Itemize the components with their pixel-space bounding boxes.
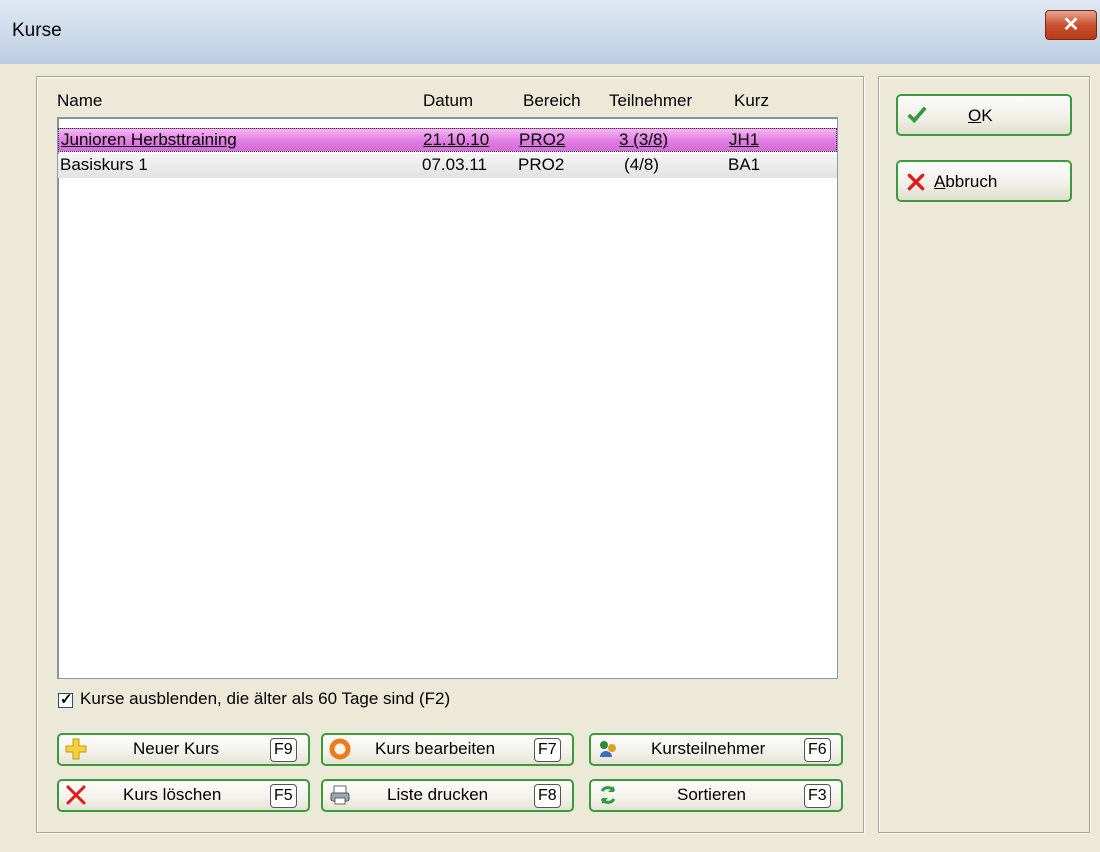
course-list[interactable]: [57, 117, 838, 679]
column-header-kurz: Kurz: [734, 91, 769, 110]
participants-button[interactable]: Kursteilnehmer F6: [589, 733, 843, 766]
print-list-button[interactable]: Liste drucken F8: [321, 779, 574, 812]
column-header-datum: Datum: [423, 91, 474, 110]
cancel-button[interactable]: Abbruch: [896, 160, 1072, 202]
cell-teilnehmer: 3 (3/8): [619, 130, 669, 149]
check-icon: [907, 106, 927, 124]
cell-name: Junioren Herbsttraining: [61, 130, 237, 149]
new-course-key: F9: [270, 738, 297, 762]
people-icon: [600, 741, 616, 757]
course-row-selected[interactable]: Junioren Herbsttraining 21.10.10 PRO2 3 …: [58, 128, 837, 152]
column-header-name: Name: [57, 91, 103, 110]
sort-key: F3: [804, 784, 831, 808]
column-header-teilnehmer: Teilnehmer: [609, 91, 693, 110]
column-header-bereich: Bereich: [523, 91, 581, 110]
hide-old-courses-label: Kurse ausblenden, die älter als 60 Tage …: [80, 689, 451, 708]
sort-button[interactable]: Sortieren F3: [589, 779, 843, 812]
cell-bereich: PRO2: [518, 155, 565, 174]
title-bar: Kurse ✕: [0, 0, 1100, 65]
close-icon: ✕: [1062, 14, 1080, 36]
new-course-button[interactable]: Neuer Kurs F9: [57, 733, 310, 766]
hide-old-courses-checkbox[interactable]: ✓: [58, 691, 73, 708]
participants-label: Kursteilnehmer: [651, 739, 766, 758]
cancel-icon: [907, 173, 925, 191]
delete-course-button[interactable]: Kurs löschen F5: [57, 779, 310, 812]
close-button[interactable]: ✕: [1045, 10, 1097, 40]
course-row[interactable]: Basiskurs 1 07.03.11 PRO2 (4/8) BA1: [58, 154, 837, 178]
new-course-label: Neuer Kurs: [133, 739, 219, 758]
ok-button[interactable]: OK: [896, 94, 1072, 136]
print-list-label: Liste drucken: [387, 785, 489, 804]
edit-course-button[interactable]: Kurs bearbeiten F7: [321, 733, 574, 766]
delete-course-key: F5: [270, 784, 297, 808]
sort-label: Sortieren: [677, 785, 746, 804]
delete-course-label: Kurs löschen: [123, 785, 222, 804]
cancel-mnemonic: A: [934, 172, 946, 191]
ring-icon: [329, 738, 351, 760]
edit-course-label: Kurs bearbeiten: [375, 739, 496, 758]
ok-rest: K: [981, 106, 993, 125]
ok-mnemonic: O: [968, 106, 982, 125]
window-title: Kurse: [12, 20, 62, 41]
edit-course-key: F7: [534, 738, 561, 762]
cell-bereich: PRO2: [519, 130, 566, 149]
printer-icon: [330, 785, 350, 805]
cell-datum: 21.10.10: [423, 130, 490, 149]
ok-label: OK: [968, 106, 993, 126]
refresh-icon: [600, 786, 616, 804]
check-mark-icon: ✓: [60, 691, 73, 708]
cell-name: Basiskurs 1: [60, 155, 148, 174]
cell-kurz: JH1: [729, 130, 760, 149]
print-list-key: F8: [534, 784, 561, 808]
cell-kurz: BA1: [728, 155, 761, 174]
participants-key: F6: [804, 738, 831, 762]
cross-icon: [66, 785, 86, 805]
plus-icon: [65, 738, 87, 760]
cell-datum: 07.03.11: [422, 155, 487, 174]
cancel-rest: bbruch: [945, 172, 998, 191]
cancel-label: Abbruch: [934, 172, 997, 192]
cell-teilnehmer: (4/8): [624, 155, 659, 174]
